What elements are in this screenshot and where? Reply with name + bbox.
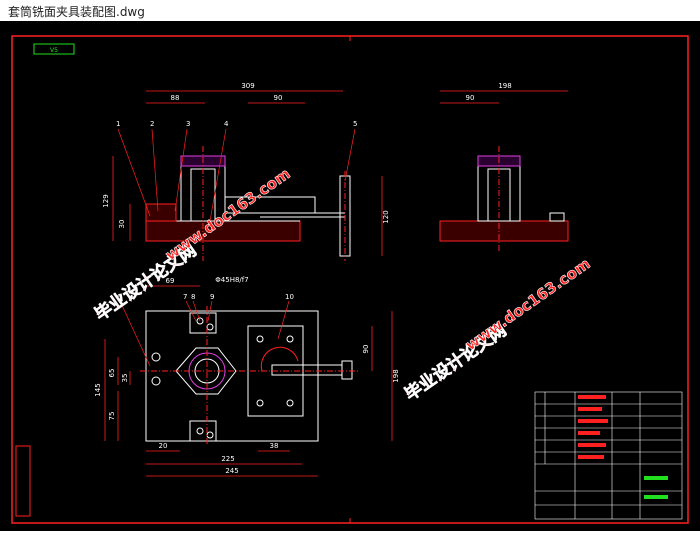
watermark-url-2: www.doc163.com	[462, 255, 594, 355]
balloon-7: 7	[183, 293, 187, 301]
view-tag: V5	[50, 47, 58, 54]
dim-30: 30	[118, 220, 126, 229]
drawing-canvas[interactable]: V5 309 88 90 198 90 129 30 120 Φ45H8/f7 …	[0, 21, 700, 531]
dim-120: 120	[382, 210, 390, 223]
left-margin-table	[15, 445, 31, 517]
dim-fit: Φ45H8/f7	[215, 276, 248, 284]
side-base-plate	[439, 220, 569, 242]
dim-145: 145	[94, 383, 102, 396]
dim-198b: 198	[392, 369, 400, 382]
dim-38: 38	[270, 442, 279, 450]
title-block	[534, 391, 683, 520]
dim-129: 129	[102, 194, 110, 207]
top-clamp-rod	[271, 364, 343, 376]
dim-198: 198	[498, 82, 511, 90]
window-title: 套筒铣面夹具装配图.dwg	[8, 5, 145, 19]
front-locator	[145, 203, 177, 222]
drawing-frame	[11, 35, 689, 524]
balloon-1: 1	[116, 120, 120, 128]
dim-309: 309	[241, 82, 254, 90]
top-pin-block-upper	[189, 312, 217, 334]
assembly-drawing: V5 309 88 90 198 90 129 30 120 Φ45H8/f7 …	[11, 35, 689, 524]
dim-35: 35	[121, 374, 129, 383]
balloon-9: 9	[210, 293, 214, 301]
balloon-5: 5	[353, 120, 357, 128]
dim-65: 65	[108, 369, 116, 378]
dim-75: 75	[108, 412, 116, 421]
window-titlebar: 套筒铣面夹具装配图.dwg	[0, 0, 700, 22]
dim-245: 245	[225, 467, 238, 475]
balloon-10: 10	[285, 293, 294, 301]
top-view	[140, 306, 360, 446]
dim-225: 225	[221, 455, 234, 463]
dim-90c: 90	[362, 345, 370, 354]
dim-20: 20	[159, 442, 168, 450]
dim-88: 88	[171, 94, 180, 102]
balloon-8: 8	[191, 293, 195, 301]
dim-90b: 90	[466, 94, 475, 102]
balloon-3: 3	[186, 120, 190, 128]
watermark-url-1: www.doc163.com	[162, 165, 294, 265]
balloon-2: 2	[150, 120, 154, 128]
side-view	[439, 146, 569, 253]
title-block-marks	[578, 395, 668, 499]
dim-90a: 90	[274, 94, 283, 102]
balloon-4: 4	[224, 120, 229, 128]
part-balloons	[117, 128, 356, 367]
top-handwheel	[341, 360, 353, 380]
